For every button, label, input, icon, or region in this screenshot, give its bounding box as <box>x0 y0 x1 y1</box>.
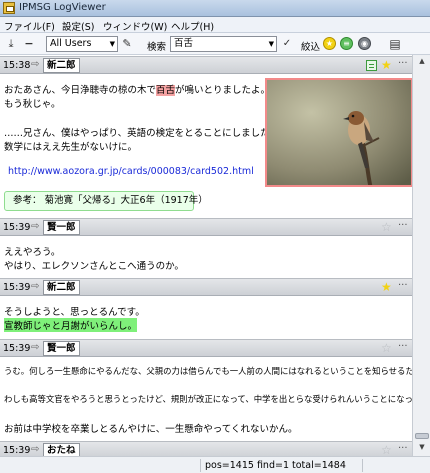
message-time: 15:39 <box>3 445 31 456</box>
arrow-right-icon: ⇨ <box>31 281 40 292</box>
star-filter-icon[interactable]: ★ <box>323 37 336 50</box>
download-icon[interactable]: ⤓ <box>4 37 18 51</box>
search-input[interactable]: 百舌 ▼ <box>170 36 277 52</box>
message-text: 数学にはええ先生がないけに。 <box>4 142 138 153</box>
sender-name[interactable]: 新二郎 <box>43 280 80 295</box>
narrow-label: 絞込 <box>301 42 321 53</box>
status-bar: pos=1415 find=1 total=1484 <box>0 456 430 473</box>
message-text-part: が鳴いとりましたよ。 <box>175 85 271 96</box>
star-icon[interactable]: ☆ <box>381 341 392 355</box>
arrow-right-icon: ⇨ <box>31 342 40 353</box>
more-icon[interactable]: ··· <box>398 443 408 454</box>
more-icon[interactable]: ··· <box>398 220 408 231</box>
message-text: わしも高等文官をやろうと思うとったけど、規則が改正になって、中学を出とらな受けら… <box>4 394 412 404</box>
memo-icon[interactable] <box>366 60 377 71</box>
chevron-down-icon: ▼ <box>109 40 115 48</box>
arrow-right-icon: ⇨ <box>31 444 40 455</box>
chevron-down-icon[interactable]: ▼ <box>269 37 274 51</box>
vertical-scrollbar[interactable]: ▲ ▼ <box>412 55 430 456</box>
user-filter-select[interactable]: All Users ▼ <box>46 36 118 52</box>
pencil-icon[interactable]: ✎ <box>120 37 134 51</box>
status-text: pos=1415 find=1 total=1484 <box>205 460 346 471</box>
scrollbar-thumb[interactable] <box>415 433 429 439</box>
check-icon[interactable]: ✓ <box>280 37 294 51</box>
more-icon[interactable]: ··· <box>398 280 408 291</box>
star-icon[interactable]: ★ <box>381 280 392 294</box>
camera-filter-icon[interactable]: ◉ <box>358 37 371 50</box>
attached-photo[interactable] <box>265 78 412 187</box>
message-text: うむ。何しろ一生懸命にやるんだな、父親の力は借らんでも一人前の人間にはなれるとい… <box>4 366 412 376</box>
scroll-up-icon[interactable]: ▲ <box>416 57 428 69</box>
reference-box: 参考： 菊池寛「父帰る」大正6年（1917年） <box>4 191 208 211</box>
sender-name[interactable]: 新二郎 <box>43 58 80 73</box>
message-link[interactable]: http://www.aozora.gr.jp/cards/000083/car… <box>8 166 254 177</box>
menu-settings[interactable]: 設定(S) <box>62 19 94 33</box>
sender-name[interactable]: おたね <box>43 443 80 456</box>
document-icon[interactable]: ▤ <box>388 37 402 51</box>
bird-image <box>267 80 411 185</box>
more-icon[interactable]: ··· <box>398 58 408 69</box>
message-text: ええやろう。 <box>4 247 61 258</box>
arrow-right-icon: ⇨ <box>31 221 40 232</box>
title-bar: IPMSG LogViewer <box>0 0 430 17</box>
search-highlight: 百舌 <box>156 85 176 96</box>
scroll-down-icon[interactable]: ▼ <box>416 443 428 455</box>
app-icon <box>3 2 15 14</box>
menu-bar: ファイル(F) 設定(S) ウィンドウ(W) ヘルプ(H) <box>0 17 430 33</box>
memo-filter-icon[interactable]: ≡ <box>340 37 353 50</box>
message-header: 15:39 ⇨ 賢一郎 ☆ ··· <box>0 218 412 236</box>
minus-icon[interactable]: − <box>22 37 36 51</box>
status-divider <box>362 459 363 472</box>
message-text: おたあさん、今日浄聴寺の椋の木で百舌が鳴いとりましたよ。 <box>4 82 270 96</box>
message-text: お前は中学校を卒業しとるんやけに、一生懸命やってくれないかん。 <box>4 424 298 435</box>
message-text: もう秋じゃ。 <box>4 99 61 110</box>
message-text: そうしようと、思っとるんです。 <box>4 307 145 318</box>
user-filter-value: All Users <box>50 38 92 49</box>
menu-file[interactable]: ファイル(F) <box>4 19 55 33</box>
message-text-part: おたあさん、今日浄聴寺の椋の木で <box>4 85 157 96</box>
more-icon[interactable]: ··· <box>398 341 408 352</box>
message-text: ……兄さん、僕はやっぱり、英語の検定をとることにしました。 <box>4 128 280 139</box>
star-icon[interactable]: ★ <box>381 58 392 72</box>
menu-help[interactable]: ヘルプ(H) <box>171 19 214 33</box>
star-icon[interactable]: ☆ <box>381 220 392 234</box>
arrow-right-icon: ⇨ <box>31 59 40 70</box>
log-view[interactable]: 15:38 ⇨ 新二郎 ★ ··· おたあさん、今日浄聴寺の椋の木で百舌が鳴いと… <box>0 55 412 456</box>
message-header: 15:39 ⇨ おたね ☆ ··· <box>0 441 412 456</box>
message-time: 15:39 <box>3 282 31 293</box>
star-icon[interactable]: ☆ <box>381 443 392 456</box>
message-time: 15:38 <box>3 60 31 71</box>
search-value: 百舌 <box>174 38 194 49</box>
menu-window[interactable]: ウィンドウ(W) <box>103 19 167 33</box>
message-time: 15:39 <box>3 343 31 354</box>
sender-name[interactable]: 賢一郎 <box>43 341 80 356</box>
message-header: 15:39 ⇨ 賢一郎 ☆ ··· <box>0 339 412 357</box>
marker-highlight: 宣教師じゃと月謝がいらんし。 <box>4 318 138 332</box>
window-title: IPMSG LogViewer <box>19 2 106 13</box>
message-header: 15:38 ⇨ 新二郎 ★ ··· <box>0 56 412 74</box>
message-time: 15:39 <box>3 222 31 233</box>
search-label: 検索 <box>147 42 167 53</box>
message-text: やはり、エレクソンさんとこへ通うのか。 <box>4 261 184 272</box>
toolbar: ⤓ − All Users ▼ ✎ 検索 百舌 ▼ ✓ 絞込 ★ ≡ ◉ ▤ <box>0 33 430 55</box>
status-divider <box>200 459 201 472</box>
sender-name[interactable]: 賢一郎 <box>43 220 80 235</box>
message-header: 15:39 ⇨ 新二郎 ★ ··· <box>0 278 412 296</box>
